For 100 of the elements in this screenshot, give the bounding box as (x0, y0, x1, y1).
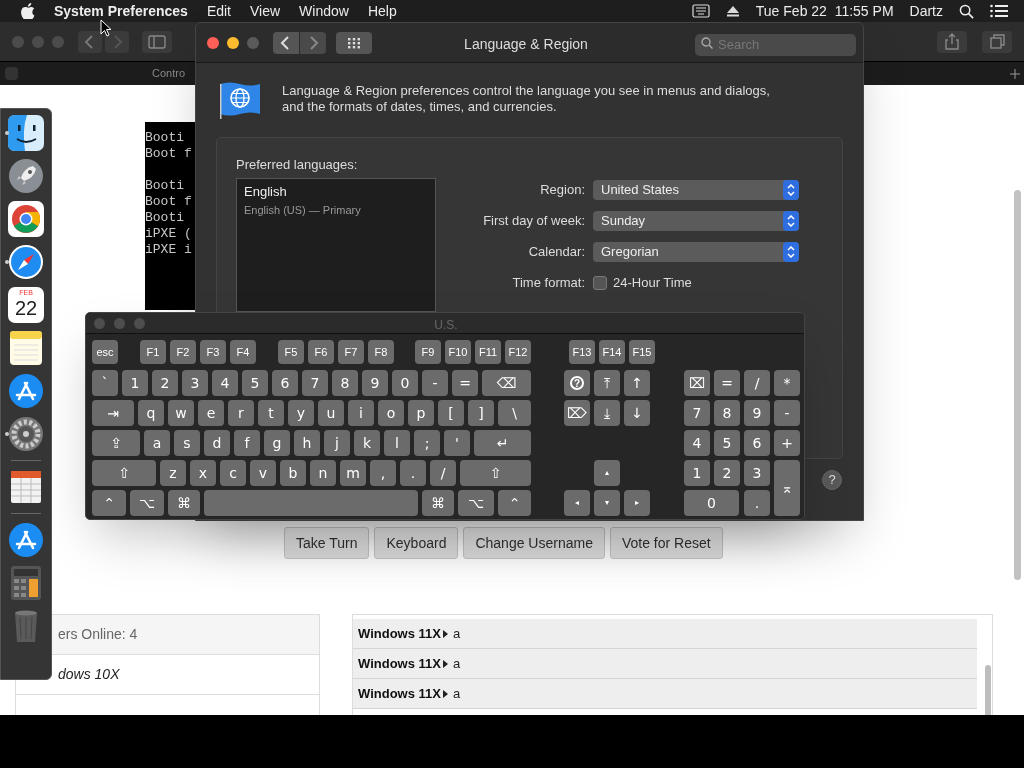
key-cap[interactable]: 0 (392, 370, 418, 396)
key-cap[interactable]: n (310, 460, 336, 486)
key-cap[interactable]: F7 (338, 340, 364, 364)
key-cap[interactable]: \ (498, 400, 531, 426)
key-cap[interactable]: j (324, 430, 350, 456)
key-cap[interactable]: ⇥ (92, 400, 134, 426)
key-cap[interactable]: [ (438, 400, 464, 426)
key-cap[interactable]: * (774, 370, 800, 396)
key-cap[interactable]: ▴ (594, 460, 620, 486)
popup-button[interactable]: Gregorian (593, 241, 799, 262)
key-cap[interactable]: ] (468, 400, 494, 426)
key-cap[interactable]: F13 (569, 340, 595, 364)
key-cap[interactable]: 0 (684, 490, 739, 516)
checkbox-label[interactable]: 24-Hour Time (613, 272, 692, 293)
menu-item[interactable]: System Preferences (54, 0, 188, 22)
key-cap[interactable]: i (348, 400, 374, 426)
key-cap[interactable]: , (370, 460, 396, 486)
key-cap[interactable]: 9 (744, 400, 770, 426)
key-cap[interactable]: 8 (332, 370, 358, 396)
key-cap[interactable]: ⌦ (564, 400, 590, 426)
key-cap[interactable]: ▸ (624, 490, 650, 516)
key-cap[interactable]: w (168, 400, 194, 426)
key-cap[interactable]: 3 (744, 460, 770, 486)
key-cap[interactable]: 6 (744, 430, 770, 456)
key-cap[interactable]: u (318, 400, 344, 426)
key-cap[interactable]: ⌥ (130, 490, 164, 516)
page-button[interactable]: Vote for Reset (609, 527, 723, 559)
key-cap[interactable]: o (378, 400, 404, 426)
key-cap[interactable]: h (294, 430, 320, 456)
menu-item[interactable]: Help (367, 0, 397, 22)
key-cap[interactable]: F5 (278, 340, 304, 364)
browser-tab[interactable]: Contro (152, 62, 186, 85)
key-cap[interactable]: ⌥ (458, 490, 494, 516)
key-cap[interactable]: 3 (182, 370, 208, 396)
key-cap[interactable]: 5 (242, 370, 268, 396)
key-cap[interactable]: ' (444, 430, 470, 456)
key-cap[interactable]: 1 (684, 460, 710, 486)
popup-button[interactable]: Sunday (593, 210, 799, 231)
key-cap[interactable]: z (160, 460, 186, 486)
key-cap[interactable]: y (288, 400, 314, 426)
menu-item[interactable]: View (250, 0, 281, 22)
key-cap[interactable]: ▾ (594, 490, 620, 516)
key-cap[interactable]: ◂ (564, 490, 590, 516)
key-cap[interactable]: F3 (200, 340, 226, 364)
key-cap[interactable]: F10 (445, 340, 471, 364)
popup-button[interactable]: United States (593, 179, 799, 200)
key-cap[interactable]: F11 (475, 340, 501, 364)
key-cap[interactable]: 1 (122, 370, 148, 396)
key-cap[interactable]: F14 (599, 340, 625, 364)
key-cap[interactable]: c (220, 460, 246, 486)
key-cap[interactable]: F1 (140, 340, 166, 364)
key-cap[interactable]: v (250, 460, 276, 486)
page-button[interactable]: Keyboard (374, 527, 459, 559)
clock[interactable]: Tue Feb 22 11:55 PM (755, 0, 894, 22)
user-name[interactable]: Dartz (909, 0, 943, 22)
language-list[interactable]: English English (US) — Primary (236, 178, 436, 312)
key-cap[interactable]: m (340, 460, 366, 486)
key-cap[interactable]: F9 (415, 340, 441, 364)
key-cap[interactable]: . (744, 490, 770, 516)
key-cap[interactable]: - (422, 370, 448, 396)
key-cap[interactable]: 4 (684, 430, 710, 456)
user-name[interactable]: dows 10X (58, 664, 120, 685)
help-button[interactable]: ? (822, 470, 842, 490)
key-cap[interactable]: ⤓ (594, 400, 620, 426)
language-name[interactable]: English (244, 182, 428, 202)
key-cap[interactable]: g (264, 430, 290, 456)
menu-item[interactable]: Edit (206, 0, 231, 22)
key-cap[interactable]: ⇧ (92, 460, 156, 486)
key-cap[interactable]: esc (92, 340, 118, 364)
key-cap[interactable]: 2 (714, 460, 740, 486)
key-cap[interactable]: ↑ (624, 370, 650, 396)
key-cap[interactable]: F15 (629, 340, 655, 364)
key-cap[interactable]: ⌃ (92, 490, 126, 516)
key-cap[interactable]: ↵ (474, 430, 531, 456)
key-cap[interactable]: ⌘ (168, 490, 200, 516)
key-cap[interactable]: / (744, 370, 770, 396)
key-cap[interactable]: = (714, 370, 740, 396)
key-cap[interactable]: ⌘ (422, 490, 454, 516)
key-cap[interactable]: x (190, 460, 216, 486)
key-cap[interactable]: k (354, 430, 380, 456)
key-cap[interactable]: 2 (152, 370, 178, 396)
key-cap[interactable]: ⌧ (684, 370, 710, 396)
key-cap[interactable]: F12 (505, 340, 531, 364)
page-button[interactable]: Change Username (463, 527, 605, 559)
key-cap[interactable]: 9 (362, 370, 388, 396)
key-cap[interactable]: ⌃ (498, 490, 531, 516)
menu-item[interactable]: Window (299, 0, 349, 22)
key-cap[interactable]: r (228, 400, 254, 426)
key-cap[interactable]: ⇪ (92, 430, 140, 456)
key-cap[interactable]: t (258, 400, 284, 426)
key-cap[interactable]: - (774, 400, 800, 426)
key-cap[interactable]: f (234, 430, 260, 456)
key-cap[interactable]: 7 (302, 370, 328, 396)
page-button[interactable]: Take Turn (284, 527, 370, 559)
key-cap[interactable]: F4 (230, 340, 256, 364)
key-cap[interactable]: q (138, 400, 164, 426)
key-cap[interactable]: d (204, 430, 230, 456)
key-cap[interactable]: ⌅ (774, 460, 800, 516)
key-cap[interactable]: 6 (272, 370, 298, 396)
key-cap[interactable]: ` (92, 370, 118, 396)
